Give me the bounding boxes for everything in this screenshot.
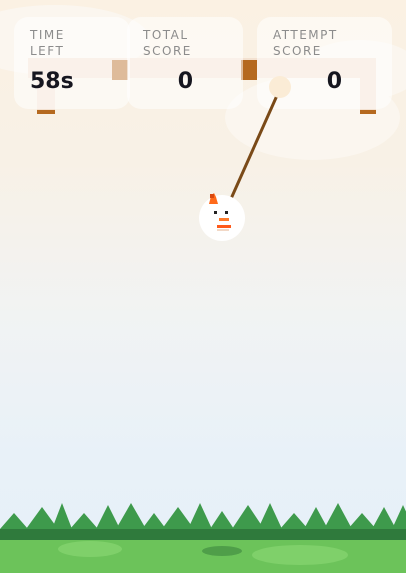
- ground-layer: [0, 503, 406, 573]
- game-scene[interactable]: TIME LEFT 58s TOTAL SCORE 0 ATTEMPT SCOR…: [0, 0, 406, 573]
- grass-patch: [58, 541, 122, 557]
- grass-patch: [252, 545, 348, 565]
- rope: [228, 89, 281, 203]
- swing-layer: [199, 76, 291, 241]
- snowball-character-icon[interactable]: [199, 193, 245, 241]
- character-shadow: [202, 546, 242, 556]
- rope-anchor-icon[interactable]: [269, 76, 291, 98]
- grass-band-dark: [0, 529, 406, 541]
- tree-row: [0, 503, 406, 529]
